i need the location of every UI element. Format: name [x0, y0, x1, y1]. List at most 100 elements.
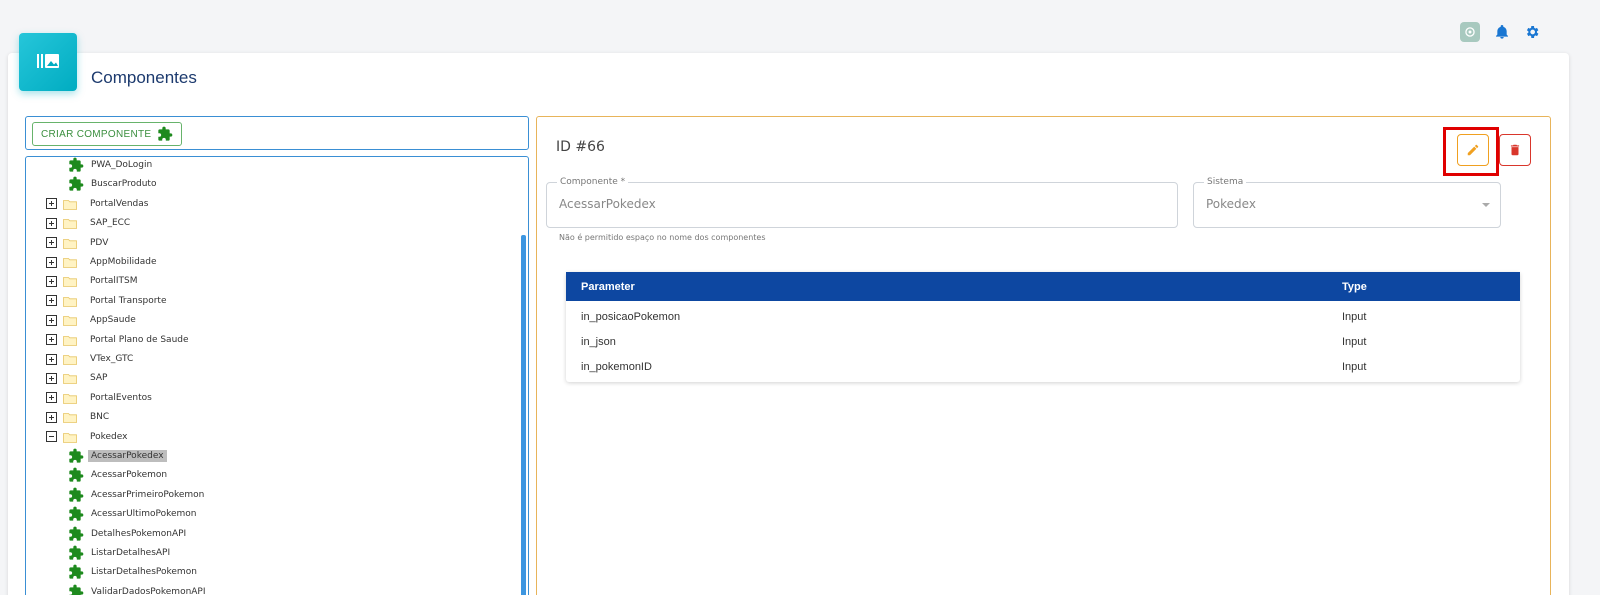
puzzle-icon: [68, 545, 84, 561]
gallery-icon: [19, 33, 77, 91]
table-row[interactable]: in_pokemonID Input: [566, 354, 1520, 379]
tree-folder[interactable]: AppMobilidade: [46, 253, 160, 271]
folder-icon: [63, 296, 77, 307]
expand-icon[interactable]: [46, 237, 57, 249]
bell-icon[interactable]: [1494, 24, 1510, 40]
tree-folder[interactable]: VTex_GTC: [46, 350, 136, 368]
tree-scrollbar[interactable]: [521, 235, 526, 595]
expand-icon[interactable]: [46, 392, 57, 404]
chatgpt-icon[interactable]: [1460, 22, 1480, 42]
componente-field[interactable]: Componente * AcessarPokedex: [546, 177, 1178, 228]
tree-folder[interactable]: PortalEventos: [46, 389, 155, 407]
tree-label: AppMobilidade: [90, 257, 157, 267]
tree-label: Portal Plano de Saude: [90, 334, 189, 345]
collapse-icon[interactable]: [46, 431, 57, 443]
expand-icon[interactable]: [46, 275, 57, 287]
puzzle-icon: [68, 506, 84, 522]
component-detail: ID #66 Componente * AcessarPokedex Siste…: [536, 116, 1551, 595]
tree-label: BuscarProduto: [91, 179, 157, 190]
tree-label: PDV: [90, 237, 109, 248]
component-id: ID #66: [556, 139, 605, 155]
tree-item[interactable]: AcessarPrimeiroPokemon: [68, 486, 207, 504]
component-tree: PWA_DoLogin BuscarProduto PortalVendas SAP_…: [25, 156, 529, 595]
chevron-down-icon: [1482, 203, 1490, 207]
puzzle-icon: [68, 467, 84, 483]
tree-item[interactable]: AcessarUltimoPokemon: [68, 505, 200, 523]
table-row[interactable]: in_posicaoPokemon Input: [566, 304, 1520, 329]
trash-icon: [1510, 144, 1520, 156]
folder-icon: [63, 373, 77, 385]
table-row[interactable]: in_json Input: [566, 329, 1520, 354]
tree-folder[interactable]: PortalVendas: [46, 195, 151, 213]
puzzle-icon: [68, 176, 84, 192]
header-type: Type: [1342, 280, 1367, 293]
tree-label: AcessarPrimeiroPokemon: [91, 489, 205, 500]
tree-item[interactable]: AcessarPokemon: [68, 466, 170, 484]
sistema-select[interactable]: Sistema Pokedex: [1193, 177, 1501, 228]
param-name: in_posicaoPokemon: [581, 310, 681, 323]
tree-folder[interactable]: PortalITSM: [46, 272, 141, 290]
delete-button[interactable]: [1499, 134, 1531, 166]
tree-folder[interactable]: Portal Plano de Saude: [46, 331, 192, 349]
tree-label: AppSaude: [90, 315, 136, 326]
tree-item[interactable]: ValidarDadosPokemonAPI: [68, 583, 209, 595]
folder-icon: [63, 315, 77, 327]
tree-item[interactable]: ListarDetalhesPokemon: [68, 563, 200, 581]
create-component-button[interactable]: CRIAR COMPONENTE: [32, 122, 183, 146]
componente-value: AcessarPokedex: [559, 197, 656, 211]
tree-folder[interactable]: BNC: [46, 408, 112, 426]
parameter-table: Parameter Type in_posicaoPokemon Input i…: [566, 272, 1520, 382]
tree-item[interactable]: BuscarProduto: [68, 175, 159, 193]
top-icons: [1460, 22, 1540, 42]
header-parameter: Parameter: [581, 280, 635, 293]
puzzle-icon: [68, 564, 84, 580]
puzzle-icon: [158, 126, 173, 141]
folder-icon: [63, 354, 77, 365]
param-name: in_json: [581, 335, 616, 348]
folder-icon: [63, 335, 77, 346]
folder-icon: [63, 432, 77, 443]
puzzle-icon: [68, 448, 84, 464]
tree-item[interactable]: AcessarPokedex: [68, 447, 167, 465]
folder-icon: [63, 257, 77, 268]
expand-icon[interactable]: [46, 256, 57, 268]
expand-icon[interactable]: [46, 353, 57, 365]
expand-icon[interactable]: [46, 314, 57, 326]
tree-item[interactable]: DetalhesPokemonAPI: [68, 525, 189, 543]
componente-legend: Componente *: [557, 177, 629, 187]
tree-folder[interactable]: PDV: [46, 234, 111, 252]
tree-label: ListarDetalhesAPI: [91, 548, 171, 558]
folder-icon: [63, 218, 77, 230]
edit-button[interactable]: [1457, 134, 1489, 166]
tree-folder[interactable]: SAP: [46, 369, 110, 387]
expand-icon[interactable]: [46, 334, 57, 346]
expand-icon[interactable]: [46, 411, 57, 423]
tree-folder[interactable]: Portal Transporte: [46, 292, 170, 310]
tree-folder[interactable]: SAP_ECC: [46, 214, 133, 232]
expand-icon[interactable]: [46, 217, 57, 229]
gear-icon[interactable]: [1524, 24, 1540, 40]
expand-icon[interactable]: [46, 295, 57, 307]
tree-folder[interactable]: AppSaude: [46, 311, 139, 329]
folder-icon: [63, 276, 77, 288]
pencil-icon: [1467, 144, 1479, 156]
expand-icon[interactable]: [46, 372, 57, 384]
componente-hint: Não é permitido espaço no nome dos compo…: [559, 233, 766, 242]
tree-label: AcessarPokedex: [88, 450, 167, 462]
tree-item[interactable]: ListarDetalhesAPI: [68, 544, 173, 562]
param-type: Input: [1342, 310, 1367, 323]
tree-folder[interactable]: Pokedex: [46, 428, 130, 446]
tree-label: VTex_GTC: [90, 354, 134, 364]
folder-icon: [63, 199, 77, 210]
page-title: Componentes: [91, 68, 197, 87]
tree-label: Portal Transporte: [90, 295, 167, 306]
tree-item[interactable]: PWA_DoLogin: [68, 157, 155, 174]
table-header: Parameter Type: [566, 272, 1520, 301]
expand-icon[interactable]: [46, 198, 57, 210]
tree-label: Pokedex: [90, 431, 128, 442]
folder-icon: [63, 238, 77, 249]
puzzle-icon: [68, 584, 84, 595]
create-toolbar: CRIAR COMPONENTE: [25, 116, 529, 150]
tree-label: SAP: [90, 373, 108, 384]
puzzle-icon: [68, 487, 84, 503]
